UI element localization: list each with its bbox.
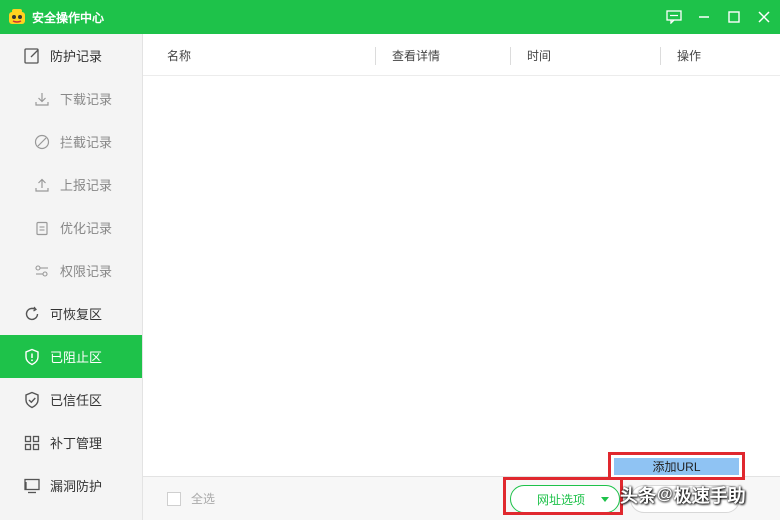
- column-divider: [375, 47, 376, 65]
- shield-check-icon: [22, 390, 42, 410]
- maximize-icon[interactable]: [726, 9, 742, 25]
- sidebar-item-recoverable[interactable]: 可恢复区: [0, 292, 142, 335]
- watermark-at: @: [657, 486, 673, 503]
- sidebar-item-protection-records[interactable]: 防护记录: [0, 34, 142, 77]
- upload-icon: [32, 175, 52, 195]
- minimize-icon[interactable]: [696, 9, 712, 25]
- sidebar-item-optimize-records[interactable]: 优化记录: [0, 206, 142, 249]
- clipboard-icon: [32, 218, 52, 238]
- select-all[interactable]: 全选: [167, 490, 215, 507]
- monitor-icon: [22, 476, 42, 496]
- table-header: 名称 查看详情 时间 操作: [143, 34, 780, 76]
- title-bar: 安全操作中心: [0, 0, 780, 34]
- window-title: 安全操作中心: [32, 10, 105, 25]
- sidebar-item-label: 补丁管理: [50, 436, 103, 451]
- sidebar-item-trusted[interactable]: 已信任区: [0, 378, 142, 421]
- url-options-menu: 添加URL: [608, 452, 745, 480]
- sidebar-item-label: 权限记录: [60, 264, 113, 279]
- select-all-label: 全选: [191, 492, 216, 506]
- shield-alert-icon: [22, 347, 42, 367]
- edit-icon: [22, 46, 42, 66]
- watermark-prefix: 头条: [620, 486, 656, 506]
- block-icon: [32, 132, 52, 152]
- highlight-frame: [503, 477, 623, 515]
- watermark-name: 极速手助: [673, 486, 746, 506]
- sidebar-item-permission-records[interactable]: 权限记录: [0, 249, 142, 292]
- watermark: 头条 @ 极速手助: [620, 482, 775, 508]
- column-divider: [510, 47, 511, 65]
- column-header-name[interactable]: 名称: [167, 34, 191, 76]
- sidebar-item-blocked[interactable]: 已阻止区: [0, 335, 142, 378]
- menu-item-add-url[interactable]: 添加URL: [614, 458, 739, 475]
- grid-icon: [22, 433, 42, 453]
- sidebar-item-label: 优化记录: [60, 221, 113, 236]
- sidebar-item-label: 已阻止区: [50, 350, 103, 365]
- column-divider: [660, 47, 661, 65]
- sidebar-item-label: 上报记录: [60, 178, 113, 193]
- sidebar-item-patch-management[interactable]: 补丁管理: [0, 421, 142, 464]
- column-header-time[interactable]: 时间: [527, 34, 551, 76]
- download-icon: [32, 89, 52, 109]
- column-header-actions[interactable]: 操作: [677, 34, 701, 76]
- refresh-icon: [22, 304, 42, 324]
- sidebar-item-label: 可恢复区: [50, 307, 103, 322]
- column-header-details[interactable]: 查看详情: [392, 34, 440, 76]
- sliders-icon: [32, 261, 52, 281]
- sidebar-item-label: 已信任区: [50, 393, 103, 408]
- app-logo-icon: [9, 9, 25, 24]
- feedback-icon[interactable]: [666, 9, 682, 25]
- sidebar-item-label: 漏洞防护: [50, 479, 103, 494]
- sidebar-item-download-records[interactable]: 下载记录: [0, 77, 142, 120]
- sidebar: 防护记录 下载记录 拦截记录 上报记录 优化记录 权限记录 可恢复区 已阻止区 …: [0, 34, 143, 520]
- table-body: [143, 76, 780, 476]
- sidebar-item-block-records[interactable]: 拦截记录: [0, 120, 142, 163]
- close-icon[interactable]: [756, 9, 772, 25]
- sidebar-item-label: 下载记录: [60, 92, 113, 107]
- main-panel: 名称 查看详情 时间 操作 全选 网址选项: [143, 34, 780, 520]
- sidebar-item-report-records[interactable]: 上报记录: [0, 163, 142, 206]
- sidebar-item-label: 拦截记录: [60, 135, 113, 150]
- sidebar-item-label: 防护记录: [50, 49, 103, 64]
- sidebar-item-vulnerability-protection[interactable]: 漏洞防护: [0, 464, 142, 507]
- select-all-checkbox[interactable]: [167, 491, 181, 506]
